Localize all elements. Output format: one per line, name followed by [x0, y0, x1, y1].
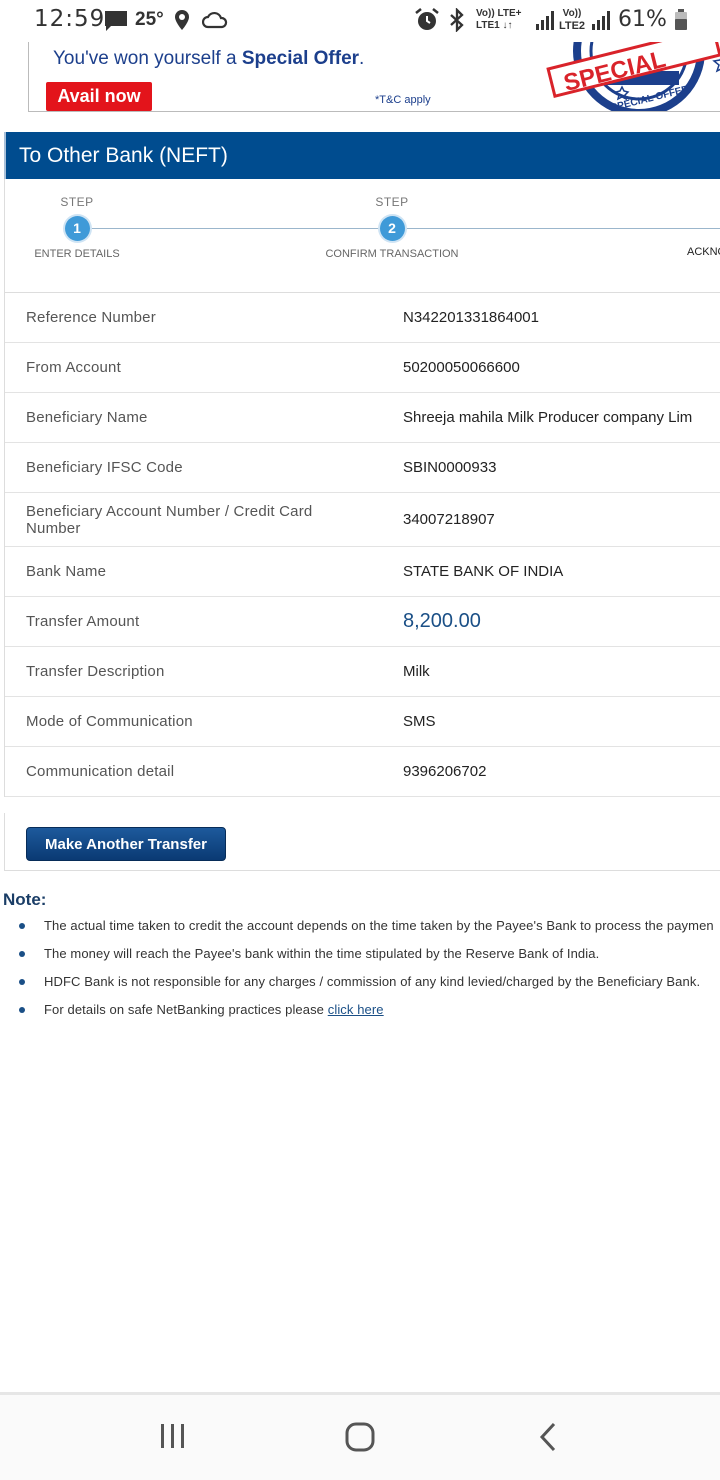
bullet-icon [19, 979, 25, 985]
detail-row-communication-detail: Communication detail 9396206702 [5, 747, 720, 797]
terms-label: *T&C apply [375, 94, 431, 106]
sim1-label: Vo)) LTE+ LTE1 ↓↑ [476, 8, 522, 31]
transfer-amount: 8,200.00 [403, 610, 481, 632]
detail-value: 34007218907 [403, 511, 495, 528]
detail-value: N342201331864001 [403, 309, 539, 326]
battery-icon [674, 9, 688, 36]
step-caption: CONFIRM TRANSACTION [325, 248, 459, 260]
bullet-icon [19, 1007, 25, 1013]
bullet-icon [19, 951, 25, 957]
make-another-transfer-button[interactable]: Make Another Transfer [26, 827, 226, 861]
detail-row-reference: Reference Number N342201331864001 [5, 293, 720, 343]
detail-row-communication-mode: Mode of Communication SMS [5, 697, 720, 747]
note-title: Note: [3, 890, 47, 909]
detail-label: Beneficiary IFSC Code [26, 459, 183, 476]
step-number: 1 [64, 216, 90, 241]
signal-icon [535, 10, 555, 35]
detail-label: Reference Number [26, 309, 156, 326]
detail-value: 9396206702 [403, 763, 487, 780]
detail-value: SMS [403, 713, 436, 730]
temperature: 25° [135, 9, 164, 30]
step-label: STEP [60, 195, 94, 209]
detail-row-account-number: Beneficiary Account Number / Credit Card… [5, 493, 720, 547]
detail-label: From Account [26, 359, 121, 376]
progress-stepper: STEP 1 ENTER DETAILS STEP 2 CONFIRM TRAN… [4, 179, 720, 293]
bluetooth-icon [447, 7, 467, 37]
step-label: STEP [375, 195, 409, 209]
step-2: STEP 2 CONFIRM TRANSACTION [322, 195, 462, 260]
detail-row-from-account: From Account 50200050066600 [5, 343, 720, 393]
list-item: For details on safe NetBanking practices… [0, 1002, 720, 1030]
list-item: The actual time taken to credit the acco… [0, 918, 720, 946]
detail-row-ifsc: Beneficiary IFSC Code SBIN0000933 [5, 443, 720, 493]
step-3: ACKNO [687, 246, 720, 258]
detail-label: Communication detail [26, 763, 175, 780]
list-item: The money will reach the Payee's bank wi… [0, 946, 720, 974]
status-bar: 12:59 25° Vo)) LTE+ LTE1 ↓↑ Vo)) LTE2 61… [0, 0, 720, 42]
detail-row-beneficiary-name: Beneficiary Name Shreeja mahila Milk Pro… [5, 393, 720, 443]
detail-label: Mode of Communication [26, 713, 193, 730]
system-navigation-bar [0, 1392, 720, 1480]
page-title: To Other Bank (NEFT) [4, 132, 720, 179]
home-icon[interactable] [344, 1421, 376, 1458]
alarm-icon [414, 8, 440, 37]
detail-label: Beneficiary Name [26, 409, 148, 426]
detail-value: STATE BANK OF INDIA [403, 563, 564, 580]
detail-label: Transfer Description [26, 663, 165, 680]
sim2-label: Vo)) LTE2 [558, 8, 586, 32]
detail-value: SBIN0000933 [403, 459, 497, 476]
location-icon [173, 9, 191, 36]
step-caption: ENTER DETAILS [34, 248, 120, 260]
detail-row-amount: Transfer Amount 8,200.00 [5, 597, 720, 647]
detail-row-bank-name: Bank Name STATE BANK OF INDIA [5, 547, 720, 597]
back-icon[interactable] [536, 1421, 560, 1458]
recent-apps-icon[interactable] [158, 1421, 188, 1456]
action-area: Make Another Transfer [4, 813, 720, 871]
detail-value: 50200050066600 [403, 359, 520, 376]
detail-label: Beneficiary Account Number / Credit Card… [26, 502, 313, 537]
step-number: 2 [379, 216, 405, 241]
notes-list: The actual time taken to credit the acco… [0, 918, 720, 1030]
detail-row-description: Transfer Description Milk [5, 647, 720, 697]
clock: 12:59 [34, 6, 106, 32]
banner-text: You've won yourself a Special Offer. [53, 48, 365, 69]
bullet-icon [19, 923, 25, 929]
transaction-details-table: Reference Number N342201331864001 From A… [4, 293, 720, 797]
special-offer-banner[interactable]: You've won yourself a Special Offer. Ava… [28, 42, 720, 112]
list-item: HDFC Bank is not responsible for any cha… [0, 974, 720, 1002]
message-icon [104, 10, 128, 37]
cloud-icon [201, 11, 228, 34]
detail-label: Bank Name [26, 563, 107, 580]
step-caption: ACKNO [687, 246, 720, 258]
step-1: STEP 1 ENTER DETAILS [27, 195, 127, 260]
avail-now-button[interactable]: Avail now [46, 82, 152, 111]
signal-icon [591, 10, 611, 35]
detail-label: Transfer Amount [26, 613, 140, 630]
detail-value: Milk [403, 663, 430, 680]
detail-value: Shreeja mahila Milk Producer company Lim [403, 409, 693, 426]
battery-percentage: 61% [618, 7, 667, 32]
special-offer-stamp: SPECIAL SPECIAL OFFER [546, 42, 720, 111]
click-here-link[interactable]: click here [328, 1002, 384, 1017]
